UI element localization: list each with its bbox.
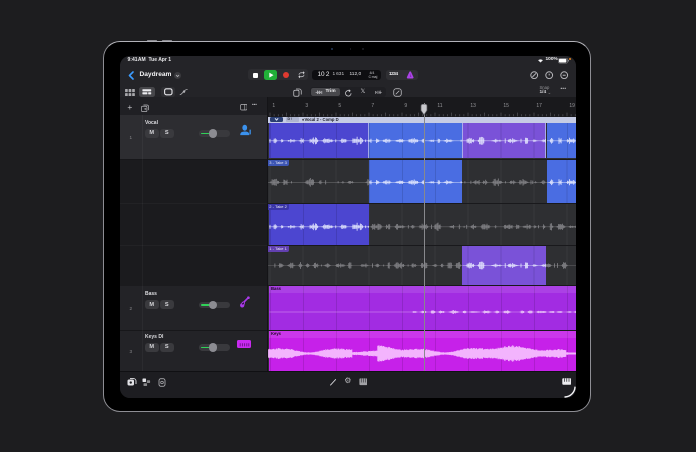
svg-text:13: 13: [470, 103, 476, 109]
svg-text:5: 5: [338, 103, 341, 109]
svg-text:19: 19: [569, 103, 575, 109]
svg-text:7: 7: [371, 103, 374, 109]
svg-text:17: 17: [536, 103, 542, 109]
svg-text:3: 3: [305, 103, 308, 109]
svg-text:15: 15: [503, 103, 509, 109]
svg-text:11: 11: [437, 103, 442, 109]
svg-text:9: 9: [404, 103, 407, 109]
svg-text:1: 1: [272, 103, 275, 109]
